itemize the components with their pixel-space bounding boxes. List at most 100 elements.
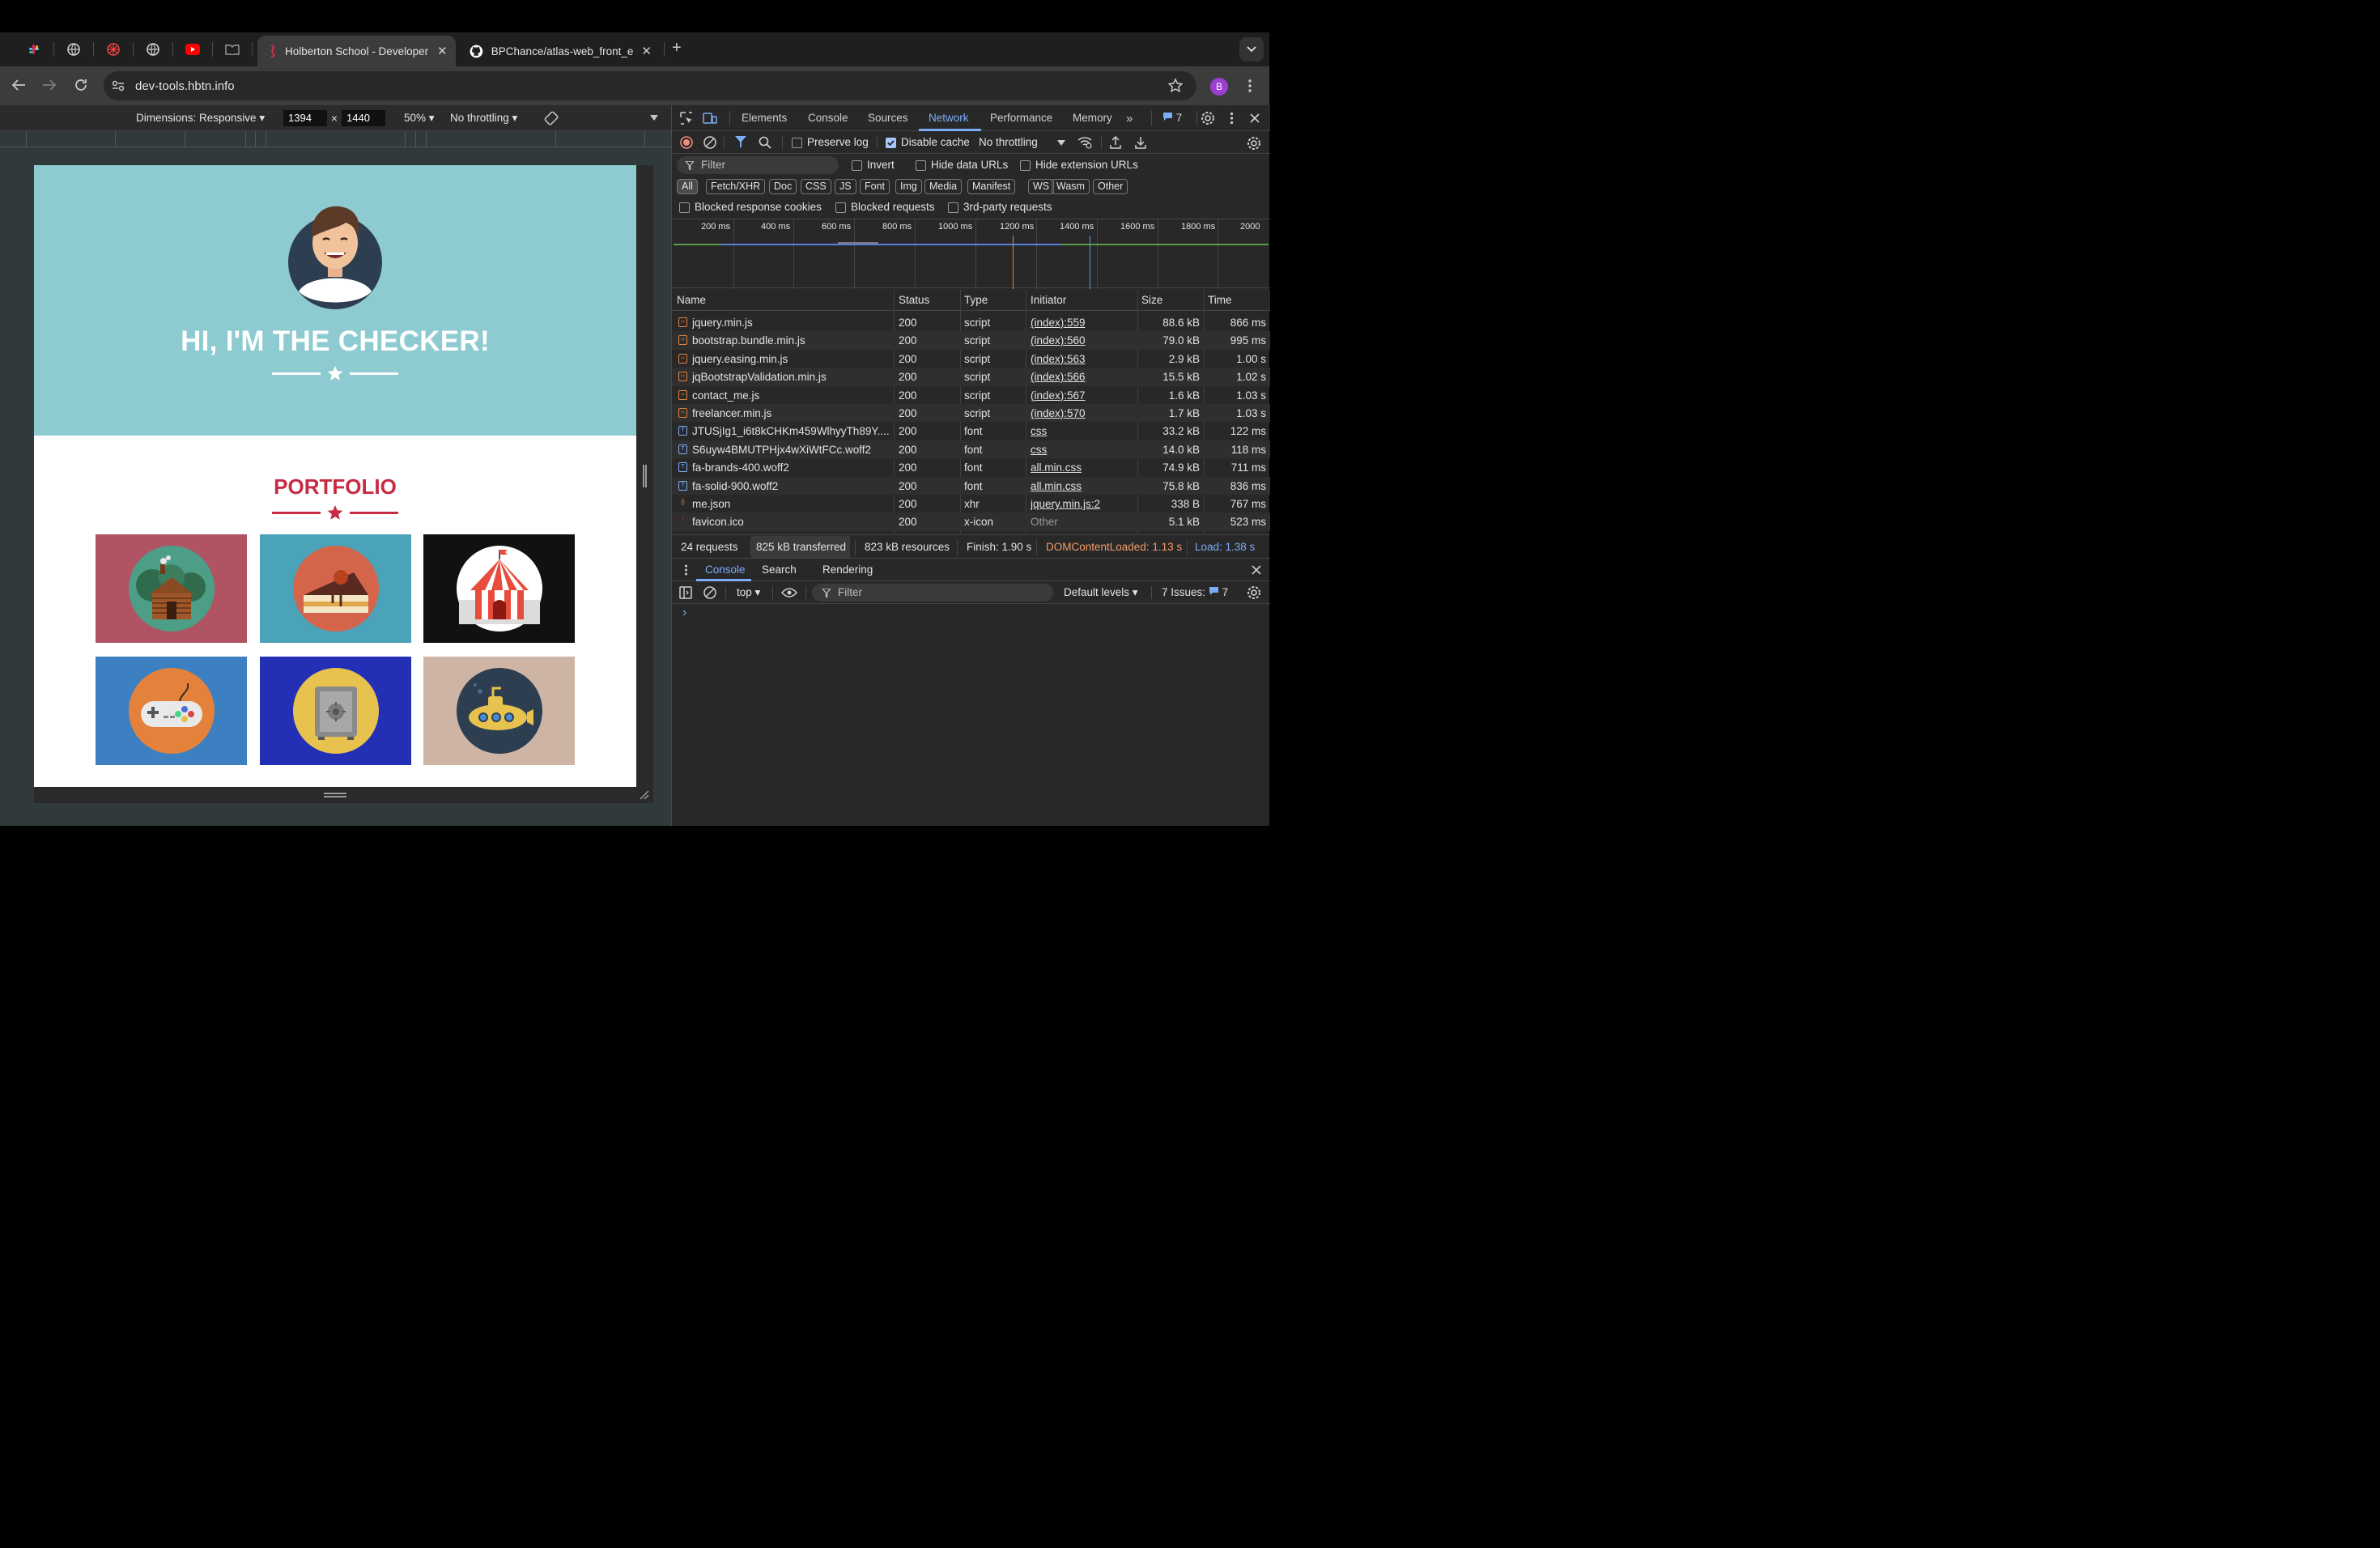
- cell-initiator[interactable]: all.min.css: [1031, 461, 1132, 474]
- forward-arrow-icon[interactable]: [42, 79, 57, 91]
- table-row[interactable]: ‹› jquery.easing.min.js 200 script (index):5…: [672, 350, 1270, 368]
- more-vertical-icon[interactable]: [1247, 79, 1252, 93]
- issues-badge[interactable]: 7: [1162, 112, 1182, 124]
- column-name[interactable]: Name: [677, 294, 706, 306]
- cell-initiator[interactable]: (index):560: [1031, 334, 1132, 347]
- record-stop-icon[interactable]: [680, 136, 693, 149]
- column-status[interactable]: Status: [899, 294, 929, 306]
- filter-js[interactable]: JS: [835, 179, 856, 194]
- clear-icon[interactable]: [703, 136, 716, 149]
- settings-gear-icon[interactable]: [1201, 111, 1215, 125]
- reload-icon[interactable]: [74, 78, 88, 92]
- right-resize-handle[interactable]: [643, 465, 644, 487]
- console-issues-button[interactable]: 7 Issues: 7: [1162, 586, 1228, 598]
- table-row[interactable]: ‹› contact_me.js 200 script (index):567 1.6 k…: [672, 386, 1270, 404]
- column-initiator[interactable]: Initiator: [1031, 294, 1066, 306]
- live-expression-eye-icon[interactable]: [781, 588, 797, 598]
- devtools-menu-icon[interactable]: [1230, 112, 1234, 125]
- table-row[interactable]: ! favicon.ico 200 x-icon Other 5.1 kB 523 ms: [672, 512, 1270, 531]
- device-throttling-dropdown[interactable]: No throttling ▾: [450, 112, 517, 125]
- blocked-response-cookies-checkbox[interactable]: [679, 202, 690, 213]
- tab-github[interactable]: BPChance/atlas-web_front_e ✕: [461, 36, 660, 66]
- throttling-chevron-icon[interactable]: [1057, 140, 1065, 146]
- more-tabs-icon[interactable]: »: [1126, 112, 1133, 125]
- tab-console[interactable]: Console: [808, 112, 848, 124]
- filter-css[interactable]: CSS: [801, 179, 831, 194]
- filter-funnel-icon[interactable]: [735, 136, 746, 148]
- pinned-tab-reader[interactable]: [222, 39, 243, 60]
- back-arrow-icon[interactable]: [11, 79, 26, 91]
- log-levels-dropdown[interactable]: Default levels ▾: [1064, 586, 1138, 599]
- network-overview-timeline[interactable]: 200 ms 400 ms 600 ms 800 ms 1000 ms 1200…: [672, 219, 1270, 289]
- close-tab-icon[interactable]: ✕: [437, 44, 448, 58]
- hide-extension-urls-checkbox[interactable]: [1020, 160, 1031, 171]
- console-prompt[interactable]: ›: [682, 606, 686, 620]
- pinned-tab-red-asterisk[interactable]: [103, 39, 124, 60]
- bottom-resize-handle[interactable]: [324, 793, 346, 794]
- preserve-log-checkbox[interactable]: [792, 138, 802, 148]
- console-settings-gear-icon[interactable]: [1247, 585, 1261, 600]
- emulated-page-viewport[interactable]: HI, I'M THE CHECKER! PORTFOLIO: [34, 165, 636, 787]
- export-har-icon[interactable]: [1135, 136, 1146, 149]
- network-settings-gear-icon[interactable]: [1247, 136, 1261, 151]
- pinned-tab-globe-1[interactable]: [63, 39, 84, 60]
- network-throttling-dropdown[interactable]: No throttling: [979, 136, 1038, 148]
- filter-doc[interactable]: Doc: [769, 179, 797, 194]
- tab-memory[interactable]: Memory: [1073, 112, 1112, 124]
- table-row[interactable]: T S6uyw4BMUTPHjx4wXiWtFCc.woff2 200 font css…: [672, 440, 1270, 459]
- filter-media[interactable]: Media: [924, 179, 963, 194]
- portfolio-card-cake[interactable]: [260, 534, 411, 643]
- table-row[interactable]: ‹› jqBootstrapValidation.min.js 200 script (…: [672, 368, 1270, 386]
- filter-wasm[interactable]: Wasm: [1052, 179, 1090, 194]
- table-row[interactable]: ‹› jquery.min.js 200 script (index):559 88.6 …: [672, 313, 1270, 331]
- dimensions-dropdown[interactable]: Dimensions: Responsive ▾: [136, 112, 265, 125]
- table-row[interactable]: T JTUSjIg1_i6t8kCHKm459WlhyyTh89Y.... 200 f…: [672, 422, 1270, 440]
- disable-cache-checkbox[interactable]: [886, 138, 896, 148]
- pinned-tab-globe-2[interactable]: [142, 39, 164, 60]
- blocked-requests-checkbox[interactable]: [835, 202, 846, 213]
- table-row[interactable]: Tfa-brands-400.woff2 200 font all.min.css 74…: [672, 458, 1270, 476]
- hide-data-urls-checkbox[interactable]: [916, 160, 926, 171]
- filter-img[interactable]: Img: [895, 179, 922, 194]
- network-filter-input[interactable]: Filter: [677, 156, 839, 174]
- address-bar[interactable]: dev-tools.hbtn.info: [104, 71, 1196, 100]
- drawer-tab-console[interactable]: Console: [705, 563, 746, 576]
- site-settings-icon[interactable]: [111, 79, 125, 92]
- tab-performance[interactable]: Performance: [990, 112, 1052, 124]
- search-icon[interactable]: [759, 136, 771, 149]
- tab-elements[interactable]: Elements: [742, 112, 787, 124]
- portfolio-card-cabin[interactable]: [96, 534, 247, 643]
- cell-initiator[interactable]: css: [1031, 444, 1132, 456]
- filter-manifest[interactable]: Manifest: [967, 179, 1016, 194]
- filter-font[interactable]: Font: [860, 179, 890, 194]
- corner-resize-icon[interactable]: [640, 790, 649, 800]
- bookmark-star-icon[interactable]: [1168, 79, 1183, 93]
- cell-initiator[interactable]: (index):570: [1031, 407, 1132, 419]
- cell-initiator[interactable]: (index):563: [1031, 353, 1132, 365]
- height-input[interactable]: 1440: [342, 110, 385, 126]
- filter-other[interactable]: Other: [1093, 179, 1128, 194]
- network-conditions-icon[interactable]: [1077, 136, 1092, 149]
- device-toggle-icon[interactable]: [703, 112, 717, 125]
- rotate-icon[interactable]: [543, 110, 559, 126]
- tab-sources[interactable]: Sources: [868, 112, 908, 124]
- close-tab-icon[interactable]: ✕: [641, 44, 652, 58]
- column-type[interactable]: Type: [964, 294, 988, 306]
- invert-checkbox[interactable]: [852, 160, 862, 171]
- column-time[interactable]: Time: [1208, 294, 1232, 306]
- import-har-icon[interactable]: [1110, 136, 1121, 149]
- cell-initiator[interactable]: jquery.min.js:2: [1031, 498, 1132, 510]
- column-size[interactable]: Size: [1141, 294, 1162, 306]
- table-row[interactable]: {} me.json 200 xhr jquery.min.js:2 338 B 767 m…: [672, 495, 1270, 512]
- width-input[interactable]: 1394: [283, 110, 327, 126]
- table-row[interactable]: ‹› bootstrap.bundle.min.js 200 script (index…: [672, 331, 1270, 350]
- third-party-requests-checkbox[interactable]: [948, 202, 958, 213]
- pinned-tab-slack[interactable]: [23, 39, 45, 60]
- filter-all[interactable]: All: [677, 179, 698, 194]
- portfolio-card-circus[interactable]: [423, 534, 575, 643]
- profile-avatar[interactable]: B: [1210, 78, 1228, 96]
- close-devtools-icon[interactable]: [1250, 113, 1260, 123]
- portfolio-card-controller[interactable]: [96, 657, 247, 765]
- tab-holberton[interactable]: Holberton School - Developer ✕: [257, 36, 456, 66]
- filter-fetch-xhr[interactable]: Fetch/XHR: [706, 179, 766, 194]
